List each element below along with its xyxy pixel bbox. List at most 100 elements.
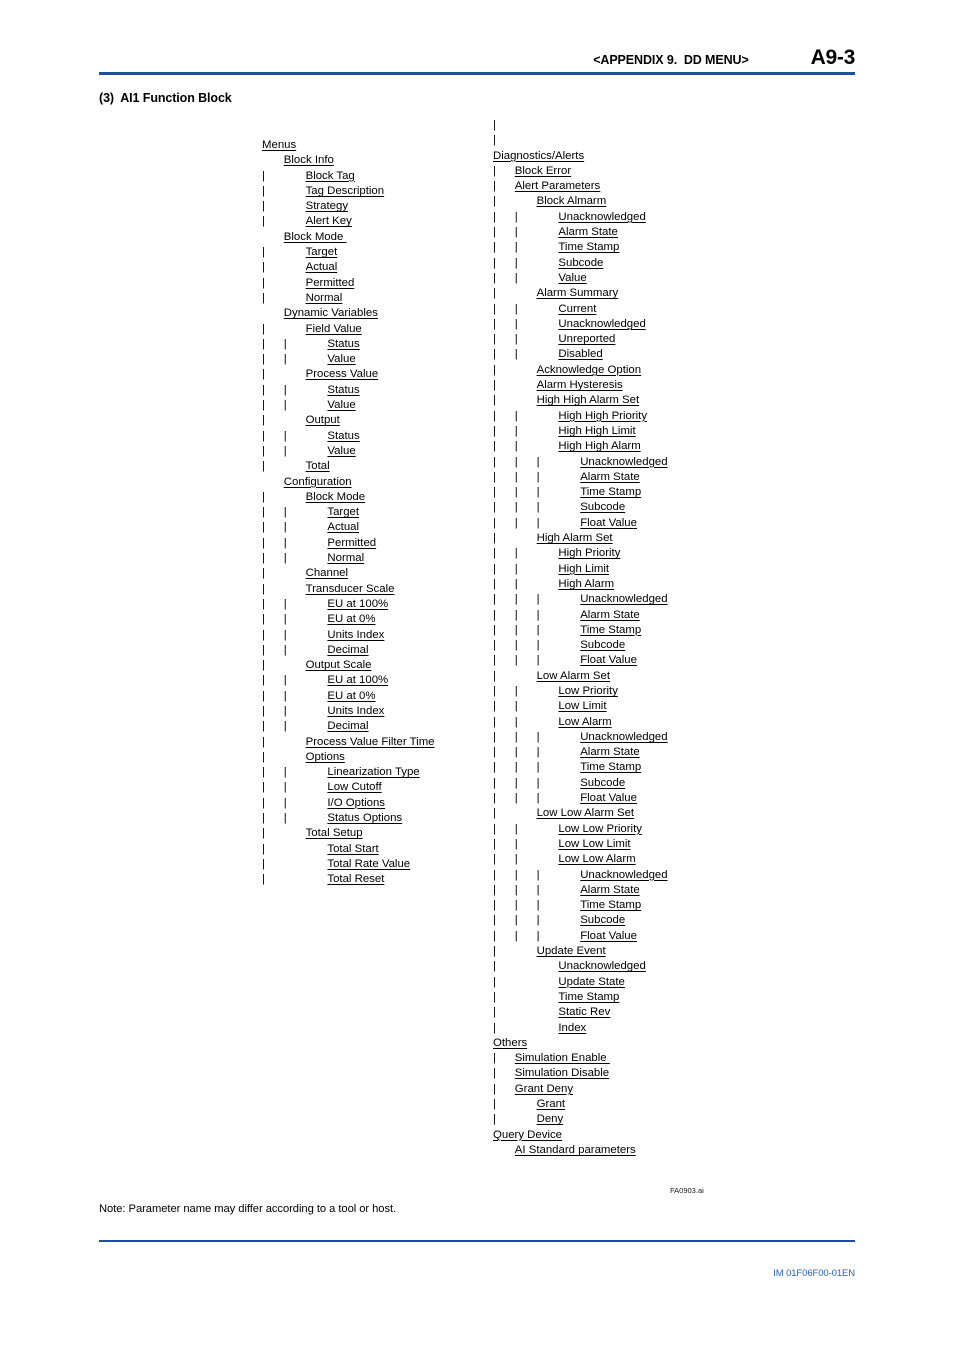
- tree-item-label: Block Almarm: [536, 195, 607, 208]
- tree-guide-pipe: |: [283, 674, 287, 687]
- tree-guide-pipe: |: [493, 241, 496, 254]
- tree-item-label: Unacknowledged: [558, 960, 646, 973]
- tree-guide-pipe: |: [514, 822, 518, 835]
- tree-item-label: Value: [558, 271, 587, 284]
- tree-guide-pipe: |: [262, 460, 265, 473]
- tree-item-label: High High Priority: [558, 409, 648, 422]
- tree-item-label: Configuration: [283, 475, 352, 488]
- tree-guide-pipe: |: [283, 383, 287, 396]
- tree-guide-pipe: |: [514, 684, 518, 697]
- tree-guide-pipe: |: [493, 317, 496, 330]
- tree-guide-pipe: |: [493, 119, 496, 131]
- tree-guide-pipe: |: [536, 776, 540, 789]
- tree-guide-pipe: |: [493, 868, 496, 881]
- tree-guide-pipe: |: [493, 532, 496, 545]
- tree-guide-pipe: |: [493, 715, 496, 728]
- tree-guide-pipe: |: [283, 353, 287, 366]
- tree-item-label: Strategy: [305, 200, 349, 213]
- tree-item-label: Block Error: [514, 164, 572, 177]
- tree-guide-pipe: |: [262, 827, 265, 840]
- tree-guide-pipe: |: [493, 379, 496, 392]
- tree-guide-pipe: |: [493, 256, 496, 269]
- tree-item-label: Time Stamp: [558, 990, 620, 1003]
- tree-guide-pipe: |: [514, 792, 518, 805]
- tree-guide-pipe: |: [514, 440, 518, 453]
- tree-guide-pipe: |: [262, 689, 265, 702]
- tree-guide-pipe: |: [493, 639, 496, 652]
- tree-guide-pipe: |: [493, 501, 496, 514]
- tree-item-label: Alarm Hysteresis: [536, 379, 623, 392]
- tree-guide-pipe: |: [493, 287, 496, 300]
- tree-guide-pipe: |: [493, 409, 496, 422]
- tree-guide-pipe: |: [262, 490, 265, 503]
- tree-item-label: Status Options: [327, 812, 403, 825]
- tree-item-label: Channel: [305, 567, 349, 580]
- tree-item-label: Alarm State: [580, 608, 640, 621]
- tree-guide-pipe: |: [493, 1021, 496, 1034]
- tree-item-label: Subcode: [580, 501, 626, 514]
- tree-item-label: Decimal: [327, 720, 369, 733]
- tree-guide-pipe: |: [493, 486, 496, 499]
- tree-guide-pipe: |: [262, 567, 265, 580]
- tree-guide-pipe: |: [493, 1006, 496, 1019]
- tree-item-label: High High Alarm Set: [536, 394, 640, 407]
- tree-item-label: High High Alarm: [558, 440, 641, 453]
- tree-guide-pipe: |: [514, 302, 518, 315]
- tree-item-label: Block Tag: [305, 169, 355, 182]
- tree-item-label: Status: [327, 429, 360, 442]
- tree-guide-pipe: |: [493, 1113, 496, 1126]
- tree-guide-pipe: |: [283, 597, 287, 610]
- tree-guide-pipe: |: [514, 623, 518, 636]
- tree-guide-pipe: |: [514, 271, 518, 284]
- tree-guide-pipe: |: [262, 414, 265, 427]
- tree-item-label: Alert Parameters: [514, 180, 601, 193]
- tree-guide-pipe: |: [514, 516, 518, 529]
- tree-item-label: Block Info: [283, 154, 334, 167]
- tree-guide-pipe: |: [536, 868, 540, 881]
- tree-item-label: Alarm State: [558, 226, 618, 239]
- tree-item-label: Low Low Alarm Set: [536, 807, 635, 820]
- tree-guide-pipe: |: [493, 333, 496, 346]
- tree-item-label: EU at 0%: [327, 613, 376, 626]
- tree-item-label: Transducer Scale: [305, 582, 395, 595]
- tree-item-label: Actual: [305, 261, 338, 274]
- tree-guide-pipe: |: [262, 169, 265, 182]
- tree-guide-pipe: |: [493, 853, 496, 866]
- tree-guide-pipe: |: [514, 455, 518, 468]
- tree-item-label: Low Alarm Set: [536, 669, 611, 682]
- tree-item-label: Block Mode: [305, 490, 366, 503]
- tree-item-label: Alarm State: [580, 746, 640, 759]
- tree-guide-pipe: |: [493, 792, 496, 805]
- tree-item-label: Float Value: [580, 654, 637, 667]
- tree-guide-pipe: |: [514, 715, 518, 728]
- tree-guide-pipe: |: [536, 929, 540, 942]
- tree-item-label: Low Alarm: [558, 715, 612, 728]
- tree-guide-pipe: |: [493, 945, 496, 958]
- tree-guide-pipe: |: [493, 899, 496, 912]
- tree-guide-pipe: |: [493, 700, 496, 713]
- tree-item-label: Alarm State: [580, 470, 640, 483]
- tree-guide-pipe: |: [536, 516, 540, 529]
- tree-guide-pipe: |: [536, 761, 540, 774]
- tree-item-label: High Alarm: [558, 577, 615, 590]
- tree-guide-pipe: |: [536, 593, 540, 606]
- tree-item-label: Unacknowledged: [580, 868, 668, 881]
- tree-guide-pipe: |: [493, 455, 496, 468]
- tree-guide-pipe: |: [493, 1098, 496, 1110]
- tree-guide-pipe: |: [262, 506, 265, 519]
- tree-guide-pipe: |: [493, 180, 496, 193]
- tree-guide-pipe: |: [283, 506, 287, 519]
- tree-item-label: Others: [493, 1036, 528, 1049]
- tree-guide-pipe: |: [283, 521, 287, 534]
- tree-item-label: High Priority: [558, 547, 621, 560]
- tree-guide-pipe: |: [262, 276, 265, 289]
- tree-guide-pipe: |: [536, 746, 540, 759]
- tree-item-label: Process Value Filter Time: [305, 735, 435, 748]
- tree-guide-pipe: |: [262, 261, 265, 274]
- tree-item-label: Time Stamp: [558, 241, 620, 254]
- tree-guide-pipe: |: [493, 562, 496, 575]
- tree-guide-pipe: |: [493, 516, 496, 529]
- tree-item-label: Output Scale: [305, 659, 372, 672]
- tree-item-label: Subcode: [580, 914, 626, 927]
- tree-guide-pipe: |: [514, 608, 518, 621]
